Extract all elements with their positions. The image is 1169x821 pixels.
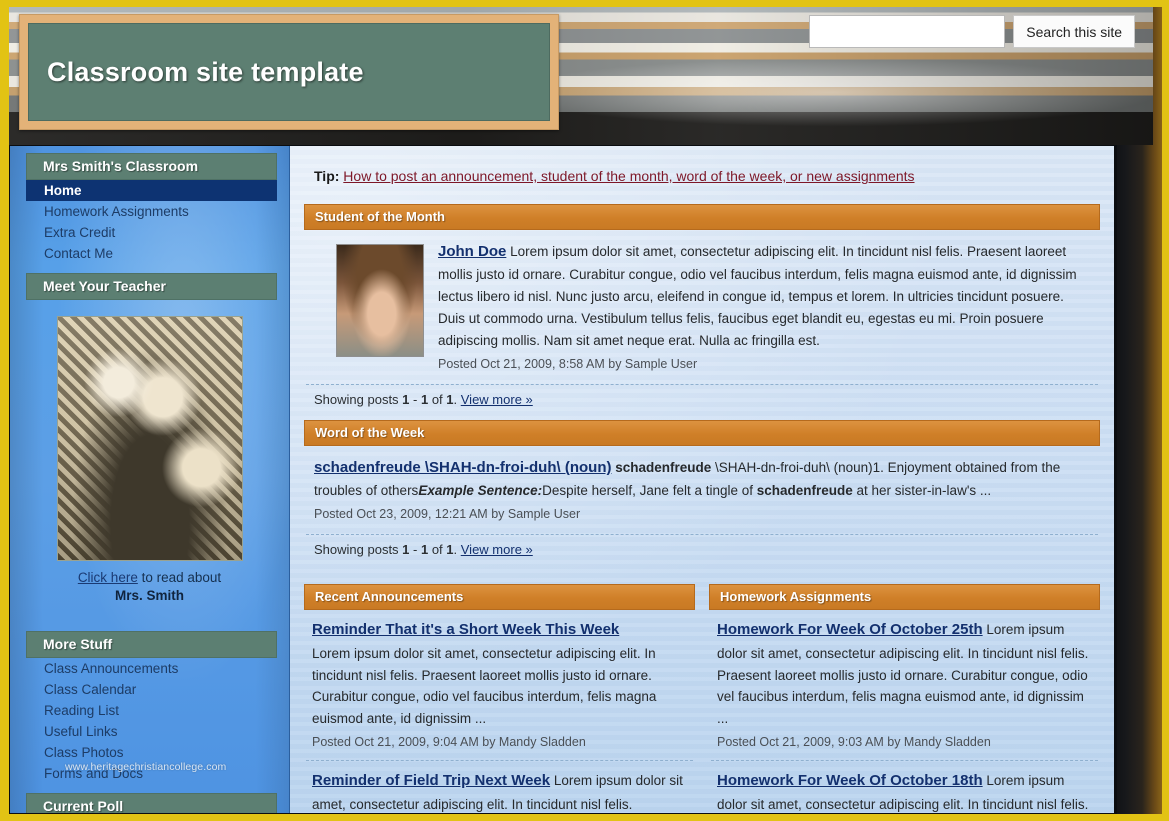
showing-suffix: . bbox=[453, 391, 461, 407]
teacher-caption-text: to read about bbox=[137, 570, 222, 585]
panel-heading-student-of-the-month: Student of the Month bbox=[304, 204, 1100, 230]
sidebar-heading-meet-your-teacher: Meet Your Teacher bbox=[26, 273, 277, 300]
post-text: Lorem ipsum dolor sit amet, consectetur … bbox=[312, 645, 657, 727]
post-word-of-the-week: schadenfreude \SHAH-dn-froi-duh\ (noun) … bbox=[304, 446, 1100, 528]
page-root: Classroom site template Search this site… bbox=[0, 0, 1169, 821]
column-recent-announcements: Recent Announcements Reminder That it's … bbox=[304, 584, 695, 813]
chalkboard-banner: Classroom site template bbox=[19, 14, 559, 130]
post-title-link[interactable]: Reminder of Field Trip Next Week bbox=[312, 772, 550, 789]
homework-post-2: Homework For Week Of October 18th Lorem … bbox=[709, 761, 1100, 813]
view-more-link-word[interactable]: View more » bbox=[461, 542, 533, 557]
showing-of: of bbox=[428, 391, 447, 407]
student-photo bbox=[336, 244, 424, 357]
announcement-post-1: Reminder That it's a Short Week This Wee… bbox=[304, 610, 695, 754]
panel-heading-homework-assignments: Homework Assignments bbox=[709, 584, 1100, 611]
two-column-area: Recent Announcements Reminder That it's … bbox=[304, 584, 1100, 813]
word-bold-2: schadenfreude bbox=[756, 483, 853, 499]
post-title-link[interactable]: John Doe bbox=[438, 243, 506, 260]
sidebar-item-homework-assignments[interactable]: Homework Assignments bbox=[26, 201, 277, 222]
main-content: Tip: How to post an announcement, studen… bbox=[290, 146, 1114, 813]
column-homework-assignments: Homework Assignments Homework For Week O… bbox=[709, 584, 1100, 813]
homework-post-1: Homework For Week Of October 25th Lorem … bbox=[709, 610, 1100, 754]
sidebar-heading-more-stuff: More Stuff bbox=[26, 631, 277, 659]
post-body: Homework For Week Of October 18th Lorem … bbox=[717, 769, 1094, 813]
site-body: Mrs Smith's Classroom Home Homework Assi… bbox=[9, 145, 1117, 814]
showing-prefix: Showing posts bbox=[314, 542, 403, 558]
teacher-read-about-link[interactable]: Click here bbox=[78, 570, 138, 585]
teacher-caption: Click here to read about Mrs. Smith bbox=[10, 569, 289, 605]
showing-posts-student: Showing posts 1 - 1 of 1. View more » bbox=[304, 385, 1100, 416]
page-title: Classroom site template bbox=[47, 56, 364, 87]
announcement-post-2: Reminder of Field Trip Next Week Lorem i… bbox=[304, 761, 695, 813]
showing-dash: - bbox=[409, 542, 421, 558]
panel-heading-word-of-the-week: Word of the Week bbox=[304, 419, 1100, 446]
showing-total: 1 bbox=[446, 391, 454, 407]
sidebar-item-extra-credit[interactable]: Extra Credit bbox=[26, 222, 277, 243]
showing-prefix: Showing posts bbox=[314, 391, 403, 407]
sidebar: Mrs Smith's Classroom Home Homework Assi… bbox=[10, 146, 290, 813]
search-input[interactable] bbox=[809, 15, 1006, 48]
sidebar-item-class-announcements[interactable]: Class Announcements bbox=[26, 658, 277, 679]
post-body: schadenfreude \SHAH-dn-froi-duh\ (noun) … bbox=[314, 456, 1088, 524]
word-plain-2: Despite herself, Jane felt a tingle of bbox=[542, 483, 757, 499]
view-more-link-student[interactable]: View more » bbox=[461, 392, 533, 407]
word-plain-3: at her sister-in-law's ... bbox=[852, 483, 992, 499]
word-bold-1: schadenfreude bbox=[615, 459, 712, 475]
post-meta: Posted Oct 23, 2009, 12:21 AM by Sample … bbox=[314, 507, 581, 522]
showing-posts-word: Showing posts 1 - 1 of 1. View more » bbox=[304, 535, 1100, 566]
search-this-site-button[interactable]: Search this site bbox=[1013, 15, 1135, 48]
post-title-link[interactable]: Homework For Week Of October 18th bbox=[717, 772, 983, 789]
tip-link[interactable]: How to post an announcement, student of … bbox=[343, 168, 914, 184]
panel-student-of-the-month: Student of the Month John Doe Lorem ipsu… bbox=[304, 204, 1100, 416]
sidebar-item-class-calendar[interactable]: Class Calendar bbox=[26, 679, 277, 700]
post-title-link[interactable]: Reminder That it's a Short Week This Wee… bbox=[312, 621, 619, 638]
teacher-family-photo bbox=[57, 317, 242, 560]
panel-word-of-the-week: Word of the Week schadenfreude \SHAH-dn-… bbox=[304, 419, 1100, 566]
post-body: John Doe Lorem ipsum dolor sit amet, con… bbox=[314, 240, 1088, 374]
post-title-link[interactable]: Homework For Week Of October 25th bbox=[717, 621, 983, 638]
site-header: Classroom site template Search this site bbox=[9, 7, 1153, 145]
showing-suffix: . bbox=[453, 542, 461, 558]
showing-dash: - bbox=[409, 391, 421, 407]
post-meta: Posted Oct 21, 2009, 9:04 AM by Mandy Sl… bbox=[312, 735, 586, 750]
post-body: Reminder of Field Trip Next Week Lorem i… bbox=[312, 769, 689, 813]
sidebar-item-reading-list[interactable]: Reading List bbox=[26, 700, 277, 721]
sidebar-item-contact-me[interactable]: Contact Me bbox=[26, 243, 277, 264]
panel-heading-recent-announcements: Recent Announcements bbox=[304, 584, 695, 611]
teacher-name: Mrs. Smith bbox=[114, 588, 184, 604]
showing-of: of bbox=[428, 542, 447, 558]
teacher-photo-frame bbox=[56, 316, 243, 561]
search-area: Search this site bbox=[809, 15, 1135, 48]
sidebar-heading-classroom: Mrs Smith's Classroom bbox=[26, 153, 277, 180]
post-text: Lorem ipsum dolor sit amet, consectetur … bbox=[438, 244, 1077, 348]
post-title-link[interactable]: schadenfreude \SHAH-dn-froi-duh\ (noun) bbox=[314, 459, 611, 476]
post-body: Homework For Week Of October 25th Lorem … bbox=[717, 618, 1094, 752]
watermark-text: www.heritagechristiancollege.com bbox=[65, 761, 227, 773]
post-meta: Posted Oct 21, 2009, 8:58 AM by Sample U… bbox=[438, 356, 698, 371]
post-body: Reminder That it's a Short Week This Wee… bbox=[312, 618, 689, 752]
post-meta: Posted Oct 21, 2009, 9:03 AM by Mandy Sl… bbox=[717, 735, 991, 750]
sidebar-item-home[interactable]: Home bbox=[26, 180, 277, 201]
post-student-of-the-month: John Doe Lorem ipsum dolor sit amet, con… bbox=[304, 230, 1100, 378]
word-example-label: Example Sentence: bbox=[418, 483, 543, 499]
showing-total: 1 bbox=[446, 542, 454, 558]
sidebar-item-useful-links[interactable]: Useful Links bbox=[26, 721, 277, 742]
sidebar-heading-current-poll: Current Poll bbox=[26, 793, 277, 813]
chalkboard-surface: Classroom site template bbox=[28, 23, 550, 121]
tip-line: Tip: How to post an announcement, studen… bbox=[314, 168, 1100, 184]
tip-label: Tip: bbox=[314, 168, 340, 184]
